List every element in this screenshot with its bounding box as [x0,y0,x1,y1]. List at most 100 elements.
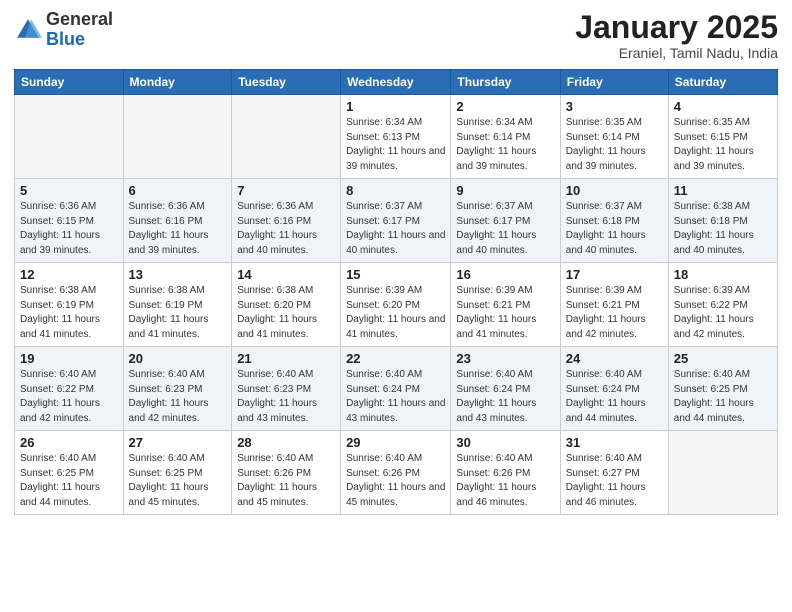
calendar-cell: 18Sunrise: 6:39 AM Sunset: 6:22 PM Dayli… [668,263,777,347]
calendar-cell: 13 Sunrise: 6:38 AM Sunset: 6:19 PM Dayli… [123,263,232,347]
weekday-header-tuesday: Tuesday [232,70,341,95]
day-number: 31 [566,435,663,450]
day-number: 14 [237,267,335,282]
calendar-cell: 26Sunrise: 6:40 AM Sunset: 6:25 PM Dayli… [15,431,124,515]
calendar-cell: 22 Sunrise: 6:40 AM Sunset: 6:24 PM Dayli… [341,347,451,431]
day-number: 25 [674,351,772,366]
day-number: 21 [237,351,335,366]
calendar-cell: 17 Sunrise: 6:39 AM Sunset: 6:21 PM Dayli… [560,263,668,347]
day-info: Sunrise: 6:40 AM Sunset: 6:26 PM Dayligh… [456,452,554,510]
logo-general: General [46,9,113,29]
day-info: Sunrise: 6:39 AM Sunset: 6:21 PM Dayligh… [456,284,554,342]
calendar-cell: 23 Sunrise: 6:40 AM Sunset: 6:24 PM Dayli… [451,347,560,431]
day-number: 10 [566,183,663,198]
day-number: 1 [346,99,445,114]
calendar-cell [668,431,777,515]
day-info: Sunrise: 6:40 AM Sunset: 6:22 PM Dayligh… [20,368,118,426]
page: General Blue January 2025 Eraniel, Tamil… [0,0,792,612]
day-info: Sunrise: 6:35 AM Sunset: 6:15 PM Dayligh… [674,116,772,174]
day-number: 9 [456,183,554,198]
calendar-cell: 14 Sunrise: 6:38 AM Sunset: 6:20 PM Dayli… [232,263,341,347]
day-info: Sunrise: 6:40 AM Sunset: 6:23 PM Dayligh… [237,368,335,426]
calendar-cell: 29 Sunrise: 6:40 AM Sunset: 6:26 PM Dayli… [341,431,451,515]
day-number: 13 [129,267,227,282]
calendar-cell: 5 Sunrise: 6:36 AM Sunset: 6:15 PM Daylig… [15,179,124,263]
day-number: 16 [456,267,554,282]
day-number: 22 [346,351,445,366]
calendar-cell: 7 Sunrise: 6:36 AM Sunset: 6:16 PM Daylig… [232,179,341,263]
weekday-header-row: SundayMondayTuesdayWednesdayThursdayFrid… [15,70,778,95]
calendar-cell: 4Sunrise: 6:35 AM Sunset: 6:15 PM Daylig… [668,95,777,179]
logo: General Blue [14,10,113,50]
calendar-cell: 28 Sunrise: 6:40 AM Sunset: 6:26 PM Dayli… [232,431,341,515]
day-info: Sunrise: 6:36 AM Sunset: 6:15 PM Dayligh… [20,200,118,258]
weekday-header-thursday: Thursday [451,70,560,95]
day-number: 11 [674,183,772,198]
day-info: Sunrise: 6:37 AM Sunset: 6:17 PM Dayligh… [456,200,554,258]
calendar-cell: 30 Sunrise: 6:40 AM Sunset: 6:26 PM Dayli… [451,431,560,515]
day-info: Sunrise: 6:38 AM Sunset: 6:20 PM Dayligh… [237,284,335,342]
day-info: Sunrise: 6:40 AM Sunset: 6:24 PM Dayligh… [566,368,663,426]
calendar-cell: 31 Sunrise: 6:40 AM Sunset: 6:27 PM Dayli… [560,431,668,515]
day-number: 28 [237,435,335,450]
day-info: Sunrise: 6:34 AM Sunset: 6:13 PM Dayligh… [346,116,445,174]
weekday-header-monday: Monday [123,70,232,95]
calendar-cell: 11 Sunrise: 6:38 AM Sunset: 6:18 PM Dayli… [668,179,777,263]
day-info: Sunrise: 6:38 AM Sunset: 6:19 PM Dayligh… [20,284,118,342]
week-row-4: 26Sunrise: 6:40 AM Sunset: 6:25 PM Dayli… [15,431,778,515]
title-block: January 2025 Eraniel, Tamil Nadu, India [575,10,778,61]
calendar-cell: 19 Sunrise: 6:40 AM Sunset: 6:22 PM Dayli… [15,347,124,431]
day-number: 17 [566,267,663,282]
day-number: 15 [346,267,445,282]
day-info: Sunrise: 6:40 AM Sunset: 6:24 PM Dayligh… [346,368,445,426]
day-number: 3 [566,99,663,114]
day-info: Sunrise: 6:37 AM Sunset: 6:17 PM Dayligh… [346,200,445,258]
logo-text: General Blue [46,10,113,50]
calendar-cell: 10 Sunrise: 6:37 AM Sunset: 6:18 PM Dayli… [560,179,668,263]
day-number: 2 [456,99,554,114]
weekday-header-saturday: Saturday [668,70,777,95]
day-info: Sunrise: 6:40 AM Sunset: 6:26 PM Dayligh… [237,452,335,510]
calendar-cell: 3 Sunrise: 6:35 AM Sunset: 6:14 PM Daylig… [560,95,668,179]
calendar-cell: 1 Sunrise: 6:34 AM Sunset: 6:13 PM Daylig… [341,95,451,179]
calendar-subtitle: Eraniel, Tamil Nadu, India [575,45,778,61]
day-number: 12 [20,267,118,282]
weekday-header-sunday: Sunday [15,70,124,95]
day-info: Sunrise: 6:38 AM Sunset: 6:18 PM Dayligh… [674,200,772,258]
day-info: Sunrise: 6:40 AM Sunset: 6:23 PM Dayligh… [129,368,227,426]
calendar-cell: 6Sunrise: 6:36 AM Sunset: 6:16 PM Daylig… [123,179,232,263]
day-info: Sunrise: 6:40 AM Sunset: 6:27 PM Dayligh… [566,452,663,510]
day-number: 19 [20,351,118,366]
day-info: Sunrise: 6:40 AM Sunset: 6:24 PM Dayligh… [456,368,554,426]
calendar-cell: 20 Sunrise: 6:40 AM Sunset: 6:23 PM Dayli… [123,347,232,431]
day-number: 5 [20,183,118,198]
day-info: Sunrise: 6:36 AM Sunset: 6:16 PM Dayligh… [129,200,227,258]
day-info: Sunrise: 6:35 AM Sunset: 6:14 PM Dayligh… [566,116,663,174]
day-info: Sunrise: 6:34 AM Sunset: 6:14 PM Dayligh… [456,116,554,174]
day-info: Sunrise: 6:40 AM Sunset: 6:26 PM Dayligh… [346,452,445,510]
calendar-cell: 8Sunrise: 6:37 AM Sunset: 6:17 PM Daylig… [341,179,451,263]
calendar-cell [123,95,232,179]
day-number: 7 [237,183,335,198]
day-number: 30 [456,435,554,450]
day-number: 23 [456,351,554,366]
calendar-cell: 24Sunrise: 6:40 AM Sunset: 6:24 PM Dayli… [560,347,668,431]
day-info: Sunrise: 6:36 AM Sunset: 6:16 PM Dayligh… [237,200,335,258]
header: General Blue January 2025 Eraniel, Tamil… [14,10,778,61]
calendar-cell: 12 Sunrise: 6:38 AM Sunset: 6:19 PM Dayli… [15,263,124,347]
calendar-cell: 15 Sunrise: 6:39 AM Sunset: 6:20 PM Dayli… [341,263,451,347]
weekday-header-wednesday: Wednesday [341,70,451,95]
day-number: 20 [129,351,227,366]
logo-icon [14,16,42,44]
day-info: Sunrise: 6:40 AM Sunset: 6:25 PM Dayligh… [20,452,118,510]
day-info: Sunrise: 6:37 AM Sunset: 6:18 PM Dayligh… [566,200,663,258]
calendar-cell: 2 Sunrise: 6:34 AM Sunset: 6:14 PM Daylig… [451,95,560,179]
day-info: Sunrise: 6:39 AM Sunset: 6:20 PM Dayligh… [346,284,445,342]
day-info: Sunrise: 6:39 AM Sunset: 6:21 PM Dayligh… [566,284,663,342]
calendar-cell: 25Sunrise: 6:40 AM Sunset: 6:25 PM Dayli… [668,347,777,431]
calendar-cell: 16 Sunrise: 6:39 AM Sunset: 6:21 PM Dayli… [451,263,560,347]
calendar-cell: 27Sunrise: 6:40 AM Sunset: 6:25 PM Dayli… [123,431,232,515]
day-info: Sunrise: 6:38 AM Sunset: 6:19 PM Dayligh… [129,284,227,342]
calendar-cell: 21 Sunrise: 6:40 AM Sunset: 6:23 PM Dayli… [232,347,341,431]
day-number: 29 [346,435,445,450]
